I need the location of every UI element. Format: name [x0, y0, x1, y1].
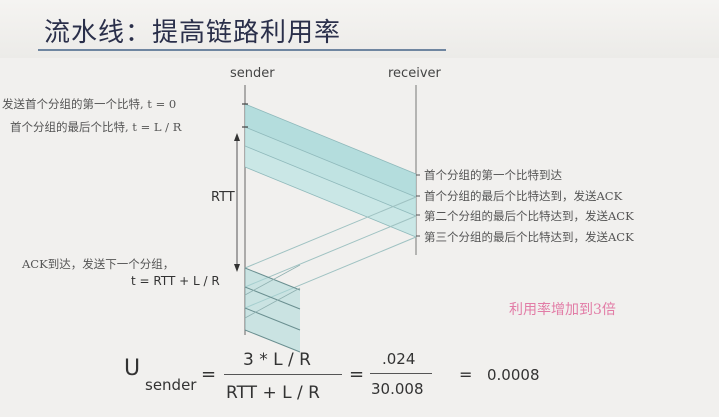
utilization-formula: U sender = 3 * L / R RTT + L / R = .024 … — [0, 0, 719, 417]
formula-value-denominator: 30.008 — [371, 380, 424, 398]
formula-denominator: RTT + L / R — [226, 383, 320, 403]
formula-fraction-bar — [224, 374, 342, 375]
formula-numerator: 3 * L / R — [243, 350, 311, 370]
formula-result: 0.0008 — [487, 366, 540, 384]
formula-equals-1: = — [201, 364, 217, 385]
formula-value-bar — [370, 373, 432, 374]
formula-equals-2: = — [349, 364, 365, 385]
formula-u: U — [124, 356, 141, 381]
formula-value-numerator: .024 — [382, 350, 416, 368]
formula-subscript: sender — [145, 376, 197, 394]
formula-equals-3: = — [459, 365, 473, 384]
